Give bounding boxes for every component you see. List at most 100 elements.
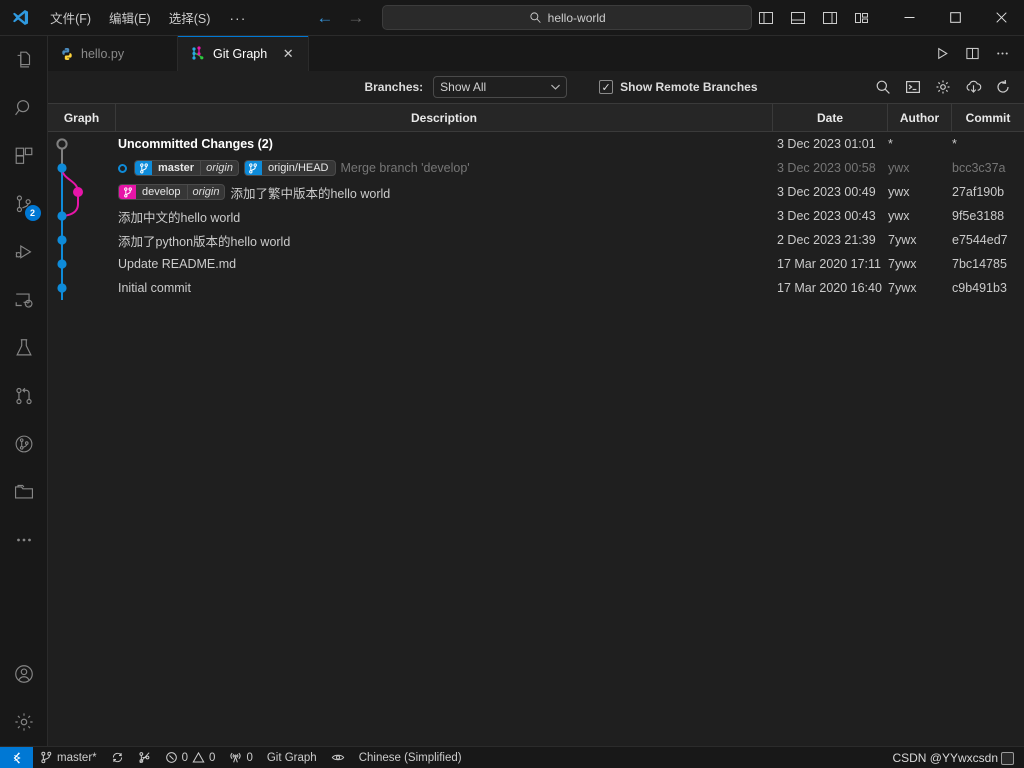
- menu-bar: 文件(F) 编辑(E) 选择(S) ···: [41, 4, 256, 31]
- fetch-from-remotes-button[interactable]: [962, 76, 984, 98]
- column-header-description[interactable]: Description: [116, 104, 773, 131]
- status-git-graph[interactable]: Git Graph: [260, 747, 324, 768]
- activity-bar: 2 >_: [0, 36, 48, 746]
- column-header-commit[interactable]: Commit: [952, 104, 1024, 131]
- table-row[interactable]: develop origin 添加了繁中版本的hello world 3 Dec…: [48, 180, 1024, 204]
- git-graph-toolbar: [872, 71, 1014, 103]
- minimize-button[interactable]: [886, 0, 932, 36]
- find-commit-button[interactable]: [872, 76, 894, 98]
- activitybar-extensions[interactable]: [0, 132, 48, 180]
- menu-edit[interactable]: 编辑(E): [100, 4, 160, 31]
- status-language-pack[interactable]: Chinese (Simplified): [352, 747, 469, 768]
- git-graph-view: Branches: Show All ✓ Show Remote Branche…: [48, 71, 1024, 746]
- git-graph-filters: Branches: Show All ✓ Show Remote Branche…: [304, 76, 758, 98]
- row-description-cell: Initial commit: [116, 281, 773, 295]
- table-row[interactable]: Update README.md 17 Mar 2020 17:11 7ywx …: [48, 252, 1024, 276]
- table-row[interactable]: master origin origin/HEAD Merge branch '…: [48, 156, 1024, 180]
- customize-layout-icon[interactable]: [848, 4, 876, 32]
- close-button[interactable]: [978, 0, 1024, 36]
- editor-tabs-bar: hello.py ✕: [48, 36, 1024, 71]
- row-date-cell: 3 Dec 2023 01:01: [777, 137, 876, 151]
- branch-ref-master[interactable]: master origin: [134, 160, 239, 176]
- toggle-primary-sidebar-icon[interactable]: [752, 4, 780, 32]
- status-branch[interactable]: master*: [33, 747, 104, 768]
- status-ports-count: 0: [246, 751, 253, 764]
- branch-name: master: [158, 162, 195, 174]
- vscode-window: 文件(F) 编辑(E) 选择(S) ··· ← → hello-world 2 …: [0, 0, 1024, 768]
- activitybar-project-manager[interactable]: [0, 468, 48, 516]
- activitybar-settings[interactable]: [0, 698, 48, 746]
- status-publish-branch[interactable]: [131, 747, 158, 768]
- row-date-cell: 3 Dec 2023 00:43: [777, 209, 876, 223]
- status-problems[interactable]: 0 0: [158, 747, 223, 768]
- activitybar-pull-requests[interactable]: [0, 372, 48, 420]
- refresh-button[interactable]: [992, 76, 1014, 98]
- column-header-graph[interactable]: Graph: [48, 104, 116, 131]
- status-ports[interactable]: 0: [222, 747, 259, 768]
- toggle-panel-icon[interactable]: [784, 4, 812, 32]
- activitybar-testing[interactable]: [0, 324, 48, 372]
- status-remote-window-button[interactable]: [0, 746, 33, 768]
- activitybar-git-graph[interactable]: [0, 420, 48, 468]
- table-row[interactable]: 添加中文的hello world 3 Dec 2023 00:43 ywx 9f…: [48, 204, 1024, 228]
- activitybar-run-debug[interactable]: [0, 228, 48, 276]
- show-remote-branches-label: Show Remote Branches: [620, 80, 758, 94]
- commit-rows: Uncommitted Changes (2) 3 Dec 2023 01:01…: [48, 132, 1024, 746]
- row-commit-cell: 27af190b: [952, 185, 1005, 199]
- column-header-author[interactable]: Author: [888, 104, 952, 131]
- table-row[interactable]: Initial commit 17 Mar 2020 16:40 7ywx c9…: [48, 276, 1024, 300]
- ellipsis-icon[interactable]: [988, 40, 1016, 68]
- maximize-button[interactable]: [932, 0, 978, 36]
- eye-icon: [331, 751, 345, 764]
- branch-ref-develop[interactable]: develop origin: [118, 184, 226, 200]
- tab-close-icon[interactable]: ✕: [280, 46, 296, 62]
- branch-ref-origin-head[interactable]: origin/HEAD: [243, 160, 336, 176]
- play-icon[interactable]: [928, 40, 956, 68]
- repository-settings-button[interactable]: [932, 76, 954, 98]
- activitybar-search[interactable]: [0, 84, 48, 132]
- row-author-cell: ywx: [888, 209, 910, 223]
- command-center-value: hello-world: [547, 10, 606, 25]
- open-terminal-button[interactable]: [902, 76, 924, 98]
- error-icon: [165, 751, 178, 764]
- tab-git-graph[interactable]: Git Graph ✕: [178, 36, 310, 71]
- table-header-row: Graph Description Date Author Commit: [48, 103, 1024, 132]
- menu-more[interactable]: ···: [219, 8, 256, 28]
- row-description-cell: Update README.md: [116, 257, 773, 271]
- warning-icon: [192, 751, 205, 764]
- split-editor-icon[interactable]: [958, 40, 986, 68]
- command-center[interactable]: hello-world: [382, 5, 752, 30]
- activitybar-explorer[interactable]: [0, 36, 48, 84]
- activitybar-additional-views[interactable]: [0, 516, 48, 564]
- activitybar-remote-explorer[interactable]: >_: [0, 276, 48, 324]
- menu-file[interactable]: 文件(F): [41, 4, 100, 31]
- branches-dropdown[interactable]: Show All: [433, 76, 568, 98]
- table-row[interactable]: 添加了python版本的hello world 2 Dec 2023 21:39…: [48, 228, 1024, 252]
- status-git-graph-label: Git Graph: [266, 751, 317, 764]
- status-watch[interactable]: [324, 747, 352, 768]
- tab-hello-py[interactable]: hello.py ✕: [48, 36, 178, 71]
- csdn-watermark: CSDN @YYwxcsdn: [892, 747, 1016, 768]
- row-commit-cell: bcc3c37a: [952, 161, 1006, 175]
- row-author-cell: *: [888, 137, 893, 151]
- activitybar-source-control[interactable]: 2: [0, 180, 48, 228]
- row-author-cell: 7ywx: [888, 233, 917, 247]
- row-date-cell: 3 Dec 2023 00:58: [777, 161, 876, 175]
- commit-message: 添加了python版本的hello world: [118, 234, 291, 249]
- row-date-cell: 3 Dec 2023 00:49: [777, 185, 876, 199]
- arrow-right-icon[interactable]: →: [347, 9, 364, 26]
- table-row[interactable]: Uncommitted Changes (2) 3 Dec 2023 01:01…: [48, 132, 1024, 156]
- arrow-left-icon[interactable]: ←: [316, 9, 333, 26]
- status-language-pack-label: Chinese (Simplified): [358, 751, 462, 764]
- status-warning-count: 0: [209, 751, 216, 764]
- status-sync[interactable]: [104, 747, 131, 768]
- row-author-cell: ywx: [888, 161, 910, 175]
- activitybar-accounts[interactable]: [0, 650, 48, 698]
- menu-selection[interactable]: 选择(S): [160, 4, 220, 31]
- head-indicator-icon: [118, 163, 127, 173]
- git-branch-icon: [40, 751, 53, 764]
- sync-icon: [111, 751, 124, 764]
- toggle-secondary-sidebar-icon[interactable]: [816, 4, 844, 32]
- show-remote-branches-checkbox[interactable]: ✓ Show Remote Branches: [599, 80, 758, 94]
- column-header-date[interactable]: Date: [773, 104, 888, 131]
